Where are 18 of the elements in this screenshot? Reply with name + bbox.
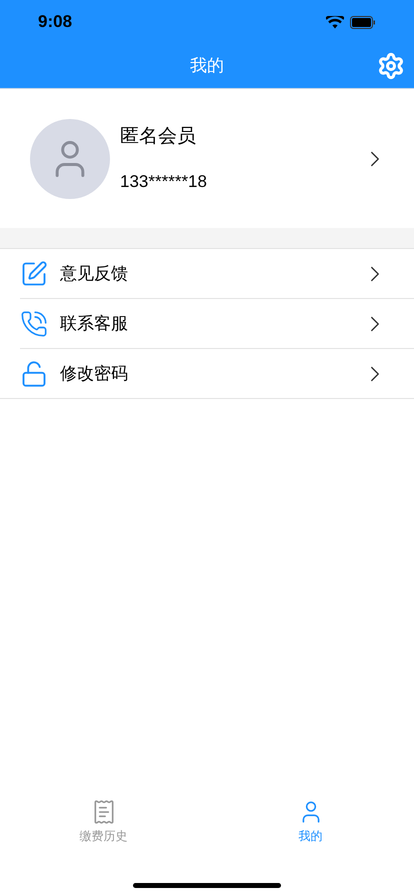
settings-button[interactable] (376, 51, 406, 81)
menu-item[interactable]: 联系客服 (20, 299, 414, 349)
menu-label: 意见反馈 (60, 262, 129, 285)
pencil-square-icon (20, 260, 48, 288)
user-name: 匿名会员 (120, 124, 197, 148)
menu-label: 联系客服 (60, 312, 129, 335)
page-title: 我的 (190, 55, 224, 78)
status-time: 9:08 (38, 11, 72, 34)
menu-item[interactable]: 修改密码 (0, 349, 414, 399)
wifi-icon (326, 16, 344, 28)
settings-icon (377, 52, 405, 80)
menu-label: 修改密码 (60, 362, 129, 385)
user-phone: 133******18 (120, 171, 208, 193)
menu-item[interactable]: 意见反馈 (20, 249, 414, 299)
profile-row[interactable]: 匿名会员 133******18 (0, 88, 414, 228)
unlock-icon (20, 360, 48, 388)
battery-icon (350, 16, 376, 28)
phone-icon (20, 310, 48, 338)
